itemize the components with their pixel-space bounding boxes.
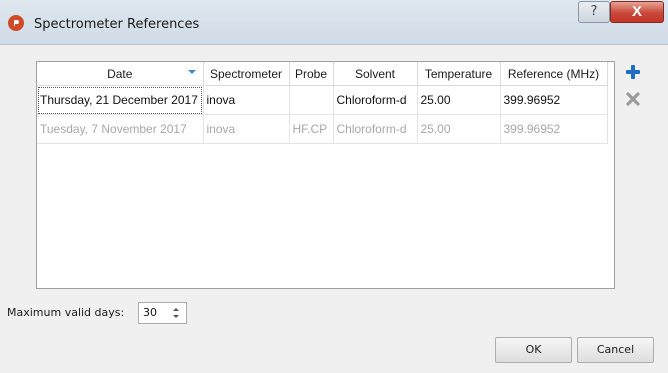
cell-reference[interactable]: 399.96952 xyxy=(500,85,608,115)
sort-arrow-icon xyxy=(187,70,196,74)
column-header-spectrometer[interactable]: Spectrometer xyxy=(203,62,290,86)
column-header-label: Date xyxy=(107,66,133,81)
cell-date[interactable]: Thursday, 21 December 2017 xyxy=(37,85,204,115)
cell-date[interactable]: Tuesday, 7 November 2017 xyxy=(37,114,204,144)
x-icon xyxy=(626,92,640,106)
remove-reference-button[interactable] xyxy=(623,89,643,109)
column-header-date[interactable]: Date xyxy=(37,62,204,86)
dialog-window: Spectrometer References ? X Date Spectro… xyxy=(0,0,668,373)
column-header-temperature[interactable]: Temperature xyxy=(417,62,501,86)
max-valid-days-label: Maximum valid days: xyxy=(7,306,125,319)
cell-solvent[interactable]: Chloroform-d xyxy=(333,114,418,144)
max-valid-days-value[interactable]: 30 xyxy=(143,306,157,319)
cell-spectrometer[interactable]: inova xyxy=(203,114,290,144)
cell-reference[interactable]: 399.96952 xyxy=(500,114,608,144)
references-table-frame: Date Spectrometer Probe Solvent Temperat… xyxy=(36,61,615,289)
references-table: Date Spectrometer Probe Solvent Temperat… xyxy=(37,62,608,144)
spin-down-icon[interactable] xyxy=(173,315,179,318)
cell-spectrometer[interactable]: inova xyxy=(203,85,290,115)
plus-icon xyxy=(626,65,640,79)
spin-up-icon[interactable] xyxy=(173,308,179,311)
cancel-button[interactable]: Cancel xyxy=(577,337,654,363)
app-icon xyxy=(8,15,24,31)
window-title: Spectrometer References xyxy=(34,17,200,32)
cell-temperature[interactable]: 25.00 xyxy=(417,114,501,144)
close-button[interactable]: X xyxy=(610,1,664,23)
title-bar[interactable]: Spectrometer References ? X xyxy=(0,0,668,45)
cell-probe[interactable] xyxy=(289,85,334,115)
cell-temperature[interactable]: 25.00 xyxy=(417,85,501,115)
add-reference-button[interactable] xyxy=(623,62,643,82)
table-row[interactable]: Thursday, 21 December 2017 inova Chlorof… xyxy=(37,85,608,115)
help-button[interactable]: ? xyxy=(578,1,610,23)
column-header-reference[interactable]: Reference (MHz) xyxy=(500,62,608,86)
cell-probe[interactable]: HF.CP xyxy=(289,114,334,144)
column-header-solvent[interactable]: Solvent xyxy=(333,62,418,86)
ok-button[interactable]: OK xyxy=(495,337,572,363)
cell-solvent[interactable]: Chloroform-d xyxy=(333,85,418,115)
column-header-probe[interactable]: Probe xyxy=(289,62,334,86)
max-valid-days-spinbox[interactable]: 30 xyxy=(138,302,187,324)
table-header-row: Date Spectrometer Probe Solvent Temperat… xyxy=(37,62,608,86)
table-row[interactable]: Tuesday, 7 November 2017 inova HF.CP Chl… xyxy=(37,114,608,144)
